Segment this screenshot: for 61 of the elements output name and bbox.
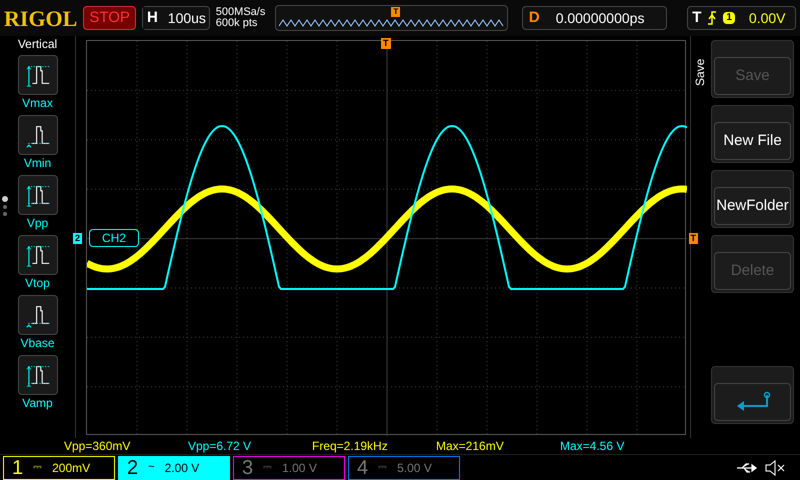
coupling-symbol: ⎓ <box>263 460 272 476</box>
measurement-button[interactable] <box>18 235 58 275</box>
menu-title: Save <box>692 58 708 86</box>
measurement-button[interactable] <box>18 55 58 95</box>
trigger-label: T <box>692 8 702 28</box>
horizontal-panel[interactable]: H 100us <box>142 6 210 30</box>
return-arrow-icon <box>734 391 770 413</box>
channel-offset-marker: 2 <box>73 233 82 244</box>
trigger-panel[interactable]: T 1 0.00V <box>687 6 796 30</box>
timebase-value: 100us <box>168 8 206 28</box>
measurement-label: Vmax <box>22 95 53 111</box>
trigger-level: 0.00V <box>748 8 786 28</box>
channel-scale: 5.00 V <box>397 460 432 476</box>
measurement-button[interactable] <box>18 295 58 335</box>
trigger-position-bar[interactable]: T <box>275 5 508 31</box>
channel-tab[interactable]: 3 ⎓ 1.00 V <box>233 456 345 480</box>
measurement-label: Vamp <box>22 395 53 411</box>
sample-rate: 500MSa/s <box>216 7 266 18</box>
trigger-marker: T <box>391 7 400 17</box>
coupling-symbol: ⎓ <box>378 460 388 476</box>
usb-icon <box>736 462 758 474</box>
sound-muted-icon <box>764 460 786 476</box>
measurement-label: Vmin <box>24 155 52 171</box>
measurement-button[interactable] <box>18 175 58 215</box>
channel-scale: 1.00 V <box>282 460 317 476</box>
measurement-button[interactable] <box>18 115 58 155</box>
waveform-preview-icon <box>278 18 505 28</box>
channel-number: 4 <box>357 456 368 480</box>
measurement-readout: Vpp=6.72 V <box>188 438 252 455</box>
channel-number: 3 <box>242 456 254 480</box>
measurement-label: Vbase <box>20 335 55 351</box>
menu-title: Vertical <box>18 37 58 51</box>
rising-edge-icon <box>707 11 718 25</box>
channel-scale: 2.00 V <box>164 460 200 476</box>
measurement-readout: Vpp=360mV <box>64 438 132 455</box>
channel-label: CH2 <box>89 229 140 247</box>
trigger-source: 1 <box>723 12 735 24</box>
trigger-position-marker: T <box>381 38 390 49</box>
channel-tab[interactable]: 2 ~ 2.00 V <box>118 456 230 480</box>
memory-depth: 600k pts <box>216 18 258 29</box>
delay-value: 0.00000000ps <box>556 8 644 28</box>
back-button[interactable] <box>711 366 794 424</box>
coupling-symbol: ~ <box>148 460 155 476</box>
measurement-readout: Freq=2.19kHz <box>312 438 389 455</box>
channel-tab[interactable]: 4 ⎓ 5.00 V <box>348 456 460 480</box>
menu-button[interactable]: NewFolder <box>711 170 794 228</box>
channel-number: 2 <box>127 456 138 480</box>
channel-scale: 200mV <box>52 460 90 476</box>
trigger-level-marker: T <box>688 233 698 244</box>
delay-label: D <box>528 8 541 28</box>
coupling-symbol: ⎓ <box>33 460 42 476</box>
measurement-label: Vpp <box>26 215 48 231</box>
channel-tab[interactable]: 1 ⎓ 200mV <box>3 456 115 480</box>
measurement-readout: Max=4.56 V <box>560 438 626 455</box>
measurement-button[interactable] <box>18 355 58 395</box>
brand-logo: RIGOL <box>4 4 78 32</box>
measurement-label: Vtop <box>25 275 50 291</box>
measurement-readout: Max=216mV <box>436 438 505 455</box>
menu-button[interactable]: New File <box>711 105 794 163</box>
channel-number: 1 <box>12 456 24 480</box>
delay-panel[interactable]: D 0.00000000ps <box>522 6 668 30</box>
